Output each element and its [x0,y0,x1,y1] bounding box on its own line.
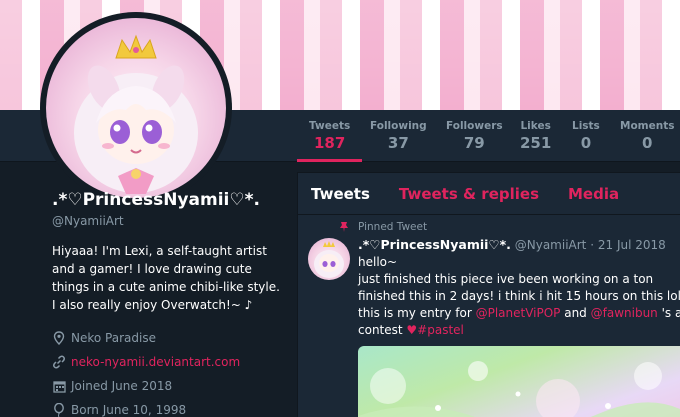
mention-link[interactable]: @PlanetViPOP [476,306,561,320]
profile-page: Tweets 187 Following 37 Followers 79 Lik… [0,0,680,417]
tweet-body: .*♡PrincessNyamii♡*. @NyamiiArt · 21 Jul… [358,236,680,339]
balloon-icon [52,403,66,417]
location-pin-icon [52,331,66,345]
tweet-text: this is my entry for [358,306,476,320]
heart-icon: ♥ [406,323,418,337]
tweet-text-line: this is my entry for @PlanetViPOP and @f… [358,305,680,322]
tweet-header: .*♡PrincessNyamii♡*. @NyamiiArt · 21 Jul… [358,236,680,254]
tab-tweets-replies[interactable]: Tweets & replies [399,185,539,203]
stat-label: Following [370,120,427,132]
stat-value: 0 [642,134,653,152]
website-row: neko-nyamii.deviantart.com [52,350,287,374]
stat-label: Moments [620,120,675,132]
tweet-date[interactable]: 21 Jul 2018 [598,238,666,252]
tweet-text: contest [358,323,407,337]
stat-following[interactable]: Following 37 [370,120,427,152]
stat-label: Followers [446,120,503,132]
pin-icon [338,221,350,233]
stat-label: Lists [572,120,600,132]
profile-bio: Hiyaaa! I'm Lexi, a self-taught artist a… [52,244,280,312]
tweet-separator: · [590,238,595,252]
stat-tweets[interactable]: Tweets 187 [296,120,363,162]
stat-value: 79 [463,134,485,152]
stat-lists[interactable]: Lists 0 [572,120,600,152]
stat-moments[interactable]: Moments 0 [620,120,674,152]
link-icon [52,355,66,369]
born-row: Born June 10, 1998 [52,398,287,417]
stat-value: 37 [387,134,409,152]
profile-avatar[interactable] [40,12,232,204]
location-text: Neko Paradise [71,331,156,345]
tab-media[interactable]: Media [568,185,619,203]
mention-link[interactable]: @fawnibun [591,306,658,320]
location-row: Neko Paradise [52,326,287,350]
tweet-text-line: just finished this piece ive been workin… [358,272,654,286]
tweet-text-line: finished this in 2 days! i think i hit 1… [358,289,680,303]
calendar-icon [52,379,66,393]
timeline-tabs: Tweets Tweets & replies Media [298,173,680,215]
stat-value: 0 [580,134,592,152]
profile-card: .*♡PrincessNyamii♡*. @NyamiiArt Hiyaaa! … [52,190,287,417]
stat-label: Tweets [309,120,351,132]
timeline-panel: Tweets Tweets & replies Media Pinned Twe… [297,172,680,417]
stat-label: Likes [520,120,551,132]
hashtag-link[interactable]: #pastel [417,323,464,337]
stat-likes[interactable]: Likes 251 [520,120,551,152]
website-link[interactable]: neko-nyamii.deviantart.com [71,355,240,369]
born-text: Born June 10, 1998 [71,403,187,417]
tweet-author-handle[interactable]: @NyamiiArt [515,238,587,252]
tweet-text: 's aurami [661,306,680,320]
tweet-text: and [560,306,591,320]
tweet-author-name[interactable]: .*♡PrincessNyamii♡*. [358,237,511,252]
tweet-text-line: contest ♥#pastel [358,322,680,339]
stat-value: 251 [520,134,552,152]
tweet-text-line: hello~ [358,255,398,269]
profile-name[interactable]: .*♡PrincessNyamii♡*. [52,190,287,210]
stat-followers[interactable]: Followers 79 [446,120,503,152]
stat-value: 187 [313,134,346,152]
profile-handle[interactable]: @NyamiiArt [52,214,287,228]
joined-row: Joined June 2018 [52,374,287,398]
pinned-text: Pinned Tweet [358,221,428,233]
tweet-media-image[interactable] [358,346,680,417]
tab-tweets[interactable]: Tweets [311,185,370,203]
tweet-avatar[interactable] [308,238,350,280]
pinned-label: Pinned Tweet [338,221,427,233]
joined-text: Joined June 2018 [71,379,173,393]
profile-meta: Neko Paradise neko-nyamii.deviantart.com… [52,326,287,417]
